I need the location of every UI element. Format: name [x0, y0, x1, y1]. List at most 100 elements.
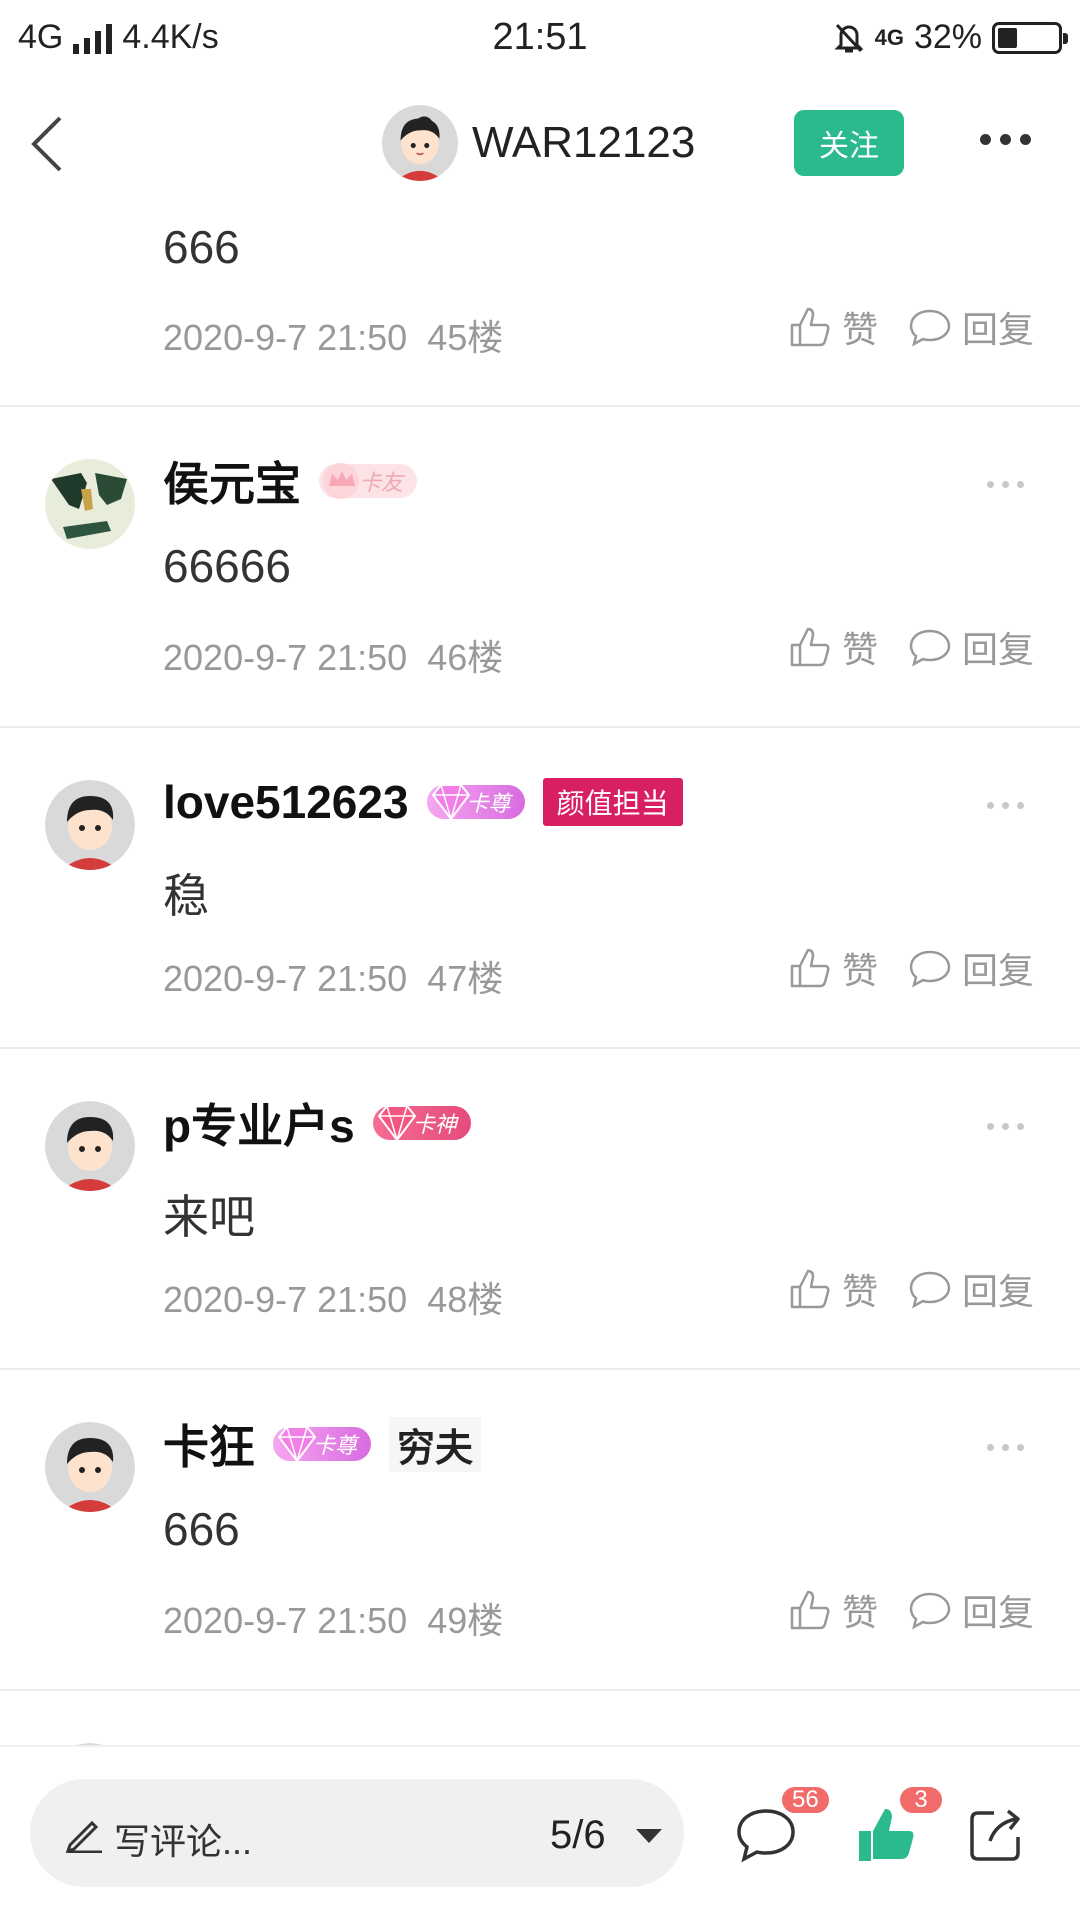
comment-meta: 2020-9-7 21:50 47楼 [163, 950, 503, 1002]
avatar[interactable] [45, 1101, 135, 1191]
comment-floor: 49楼 [427, 1600, 504, 1641]
avatar[interactable] [45, 780, 135, 870]
crown-icon [323, 463, 359, 499]
comment-text: 稳 [163, 870, 209, 922]
comment-meta: 2020-9-7 21:50 45楼 [163, 309, 503, 361]
author-username[interactable]: WAR12123 [472, 118, 695, 168]
comment-text: 来吧 [163, 1191, 255, 1243]
reply-button[interactable]: 回复 [908, 621, 1034, 673]
comment-time: 2020-9-7 21:50 [163, 317, 408, 358]
comment-item: 侯元宝 卡友 66666 2020-9-7 21:50 46楼 赞 回复 [0, 407, 1080, 728]
caret-down-icon[interactable] [636, 1829, 662, 1843]
like-button[interactable]: 赞 [788, 1263, 878, 1315]
comment-more-icon[interactable] [987, 481, 1024, 488]
reply-label: 回复 [961, 950, 1034, 991]
reply-label: 回复 [961, 309, 1034, 350]
battery-percent: 32% [913, 18, 982, 56]
like-button[interactable]: 赞 [788, 942, 878, 994]
reply-button[interactable]: 回复 [908, 1584, 1034, 1636]
comment-more-icon[interactable] [987, 802, 1024, 809]
battery-icon [992, 21, 1068, 54]
comment-item: love512623 卡尊 颜值担当 稳 2020-9-7 21:50 47楼 [0, 728, 1080, 1049]
username[interactable]: 卡狂 [163, 1411, 255, 1477]
follow-button[interactable]: 关注 [794, 110, 904, 176]
reply-label: 回复 [961, 1271, 1034, 1312]
diamond-icon [277, 1426, 317, 1464]
username[interactable]: p专业户s [163, 1090, 355, 1156]
post-detail-screen: 4G 4.4K/s 21:51 4G 32% WAR12123 关注 666 2… [0, 0, 1080, 1920]
reply-button[interactable]: 回复 [908, 1263, 1034, 1315]
speech-bubble-icon [909, 629, 951, 667]
network-type-2: 4G [874, 24, 904, 50]
write-comment-input[interactable]: 写评论... 5/6 [30, 1779, 684, 1887]
comment-time: 2020-9-7 21:50 [163, 958, 408, 999]
thumbs-up-icon [790, 1590, 830, 1630]
bottom-bar: 写评论... 5/6 56 3 [0, 1745, 1080, 1920]
comment-item: 卡狂 卡尊 穷夫 666 2020-9-7 21:50 49楼 赞 回复 [0, 1370, 1080, 1691]
comment-item: p专业户s 卡神 来吧 2020-9-7 21:50 48楼 赞 回复 [0, 1049, 1080, 1370]
comment-text: 66666 [163, 540, 291, 592]
comment-text: 666 [163, 1503, 240, 1555]
comment-item-partial [0, 1691, 1080, 1745]
share-icon[interactable] [968, 1805, 1026, 1863]
like-label: 赞 [841, 309, 878, 350]
thumbs-up-icon [790, 627, 830, 667]
speech-bubble-icon [909, 1592, 951, 1630]
comment-floor: 46楼 [427, 637, 504, 678]
level-badge: 卡友 [319, 463, 418, 499]
back-arrow-icon[interactable] [28, 114, 68, 174]
username[interactable]: love512623 [163, 775, 409, 829]
avatar[interactable] [45, 459, 135, 549]
comment-floor: 45楼 [427, 317, 504, 358]
comment-list[interactable]: 666 2020-9-7 21:50 45楼 赞 回复 侯元宝 卡友 66666… [0, 200, 1080, 1745]
mute-bell-icon [833, 23, 864, 52]
speech-bubble-icon [909, 1271, 951, 1309]
comment-text: 666 [163, 221, 240, 273]
comment-floor: 48楼 [427, 1279, 504, 1320]
author-avatar[interactable] [382, 105, 458, 181]
username[interactable]: 侯元宝 [163, 448, 301, 514]
comment-icon[interactable] [735, 1807, 797, 1863]
page-indicator[interactable]: 5/6 [550, 1813, 606, 1858]
battery-fill [998, 27, 1017, 48]
thumbs-up-icon [790, 307, 830, 347]
top-nav: WAR12123 关注 [0, 80, 1080, 200]
like-button[interactable]: 赞 [788, 1584, 878, 1636]
like-label: 赞 [841, 1592, 878, 1633]
comment-time: 2020-9-7 21:50 [163, 1279, 408, 1320]
like-label: 赞 [841, 629, 878, 670]
like-button[interactable]: 赞 [788, 301, 878, 353]
title-tag: 穷夫 [389, 1416, 482, 1472]
comment-more-icon[interactable] [987, 1123, 1024, 1130]
comment-floor: 47楼 [427, 958, 504, 999]
like-button[interactable]: 赞 [788, 621, 878, 673]
reply-button[interactable]: 回复 [908, 301, 1034, 353]
speech-bubble-icon [909, 309, 951, 347]
avatar[interactable] [45, 1422, 135, 1512]
title-tag: 颜值担当 [542, 778, 683, 826]
thumbs-up-icon [790, 1269, 830, 1309]
comment-more-icon[interactable] [987, 1444, 1024, 1451]
comment-meta: 2020-9-7 21:50 46楼 [163, 629, 503, 681]
comment-count-badge: 56 [780, 1785, 831, 1815]
comment-meta: 2020-9-7 21:50 48楼 [163, 1271, 503, 1323]
level-badge: 卡尊 [273, 1426, 372, 1464]
write-comment-placeholder: 写评论... [114, 1821, 253, 1862]
status-bar: 4G 4.4K/s 21:51 4G 32% [0, 0, 1080, 80]
like-label: 赞 [841, 1271, 878, 1312]
level-badge: 卡尊 [426, 784, 525, 822]
speech-bubble-icon [909, 950, 951, 988]
reply-button[interactable]: 回复 [908, 942, 1034, 994]
diamond-icon [431, 784, 470, 822]
thumbs-up-icon [790, 948, 830, 988]
reply-label: 回复 [961, 629, 1034, 670]
diamond-icon [377, 1105, 416, 1143]
comment-time: 2020-9-7 21:50 [163, 637, 408, 678]
comment-item: 666 2020-9-7 21:50 45楼 赞 回复 [0, 200, 1080, 407]
more-options-icon[interactable] [980, 134, 1031, 145]
like-label: 赞 [841, 950, 878, 991]
comment-meta: 2020-9-7 21:50 49楼 [163, 1592, 503, 1644]
pencil-icon [65, 1820, 102, 1853]
like-count-badge: 3 [898, 1785, 944, 1815]
level-badge: 卡神 [372, 1105, 471, 1143]
